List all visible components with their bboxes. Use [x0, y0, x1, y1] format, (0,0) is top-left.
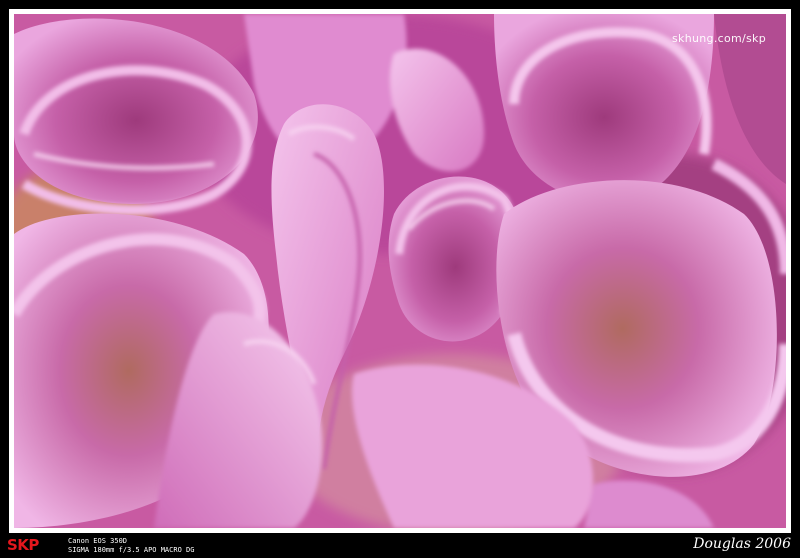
watermark-url: skhung.com/skp: [672, 32, 766, 45]
camera-info: Canon EOS 350D SIGMA 180mm f/3.5 APO MAC…: [68, 537, 194, 555]
dahlia-petals-illustration: [14, 14, 786, 528]
camera-lens: SIGMA 180mm f/3.5 APO MACRO DG: [68, 546, 195, 554]
photographer-signature: Douglas 2006: [693, 536, 791, 552]
camera-body: Canon EOS 350D: [68, 537, 128, 545]
caption-bar: SKP Canon EOS 350D SIGMA 180mm f/3.5 APO…: [0, 533, 800, 558]
flower-photo: skhung.com/skp: [14, 14, 786, 528]
skp-logo: SKP: [7, 536, 39, 554]
